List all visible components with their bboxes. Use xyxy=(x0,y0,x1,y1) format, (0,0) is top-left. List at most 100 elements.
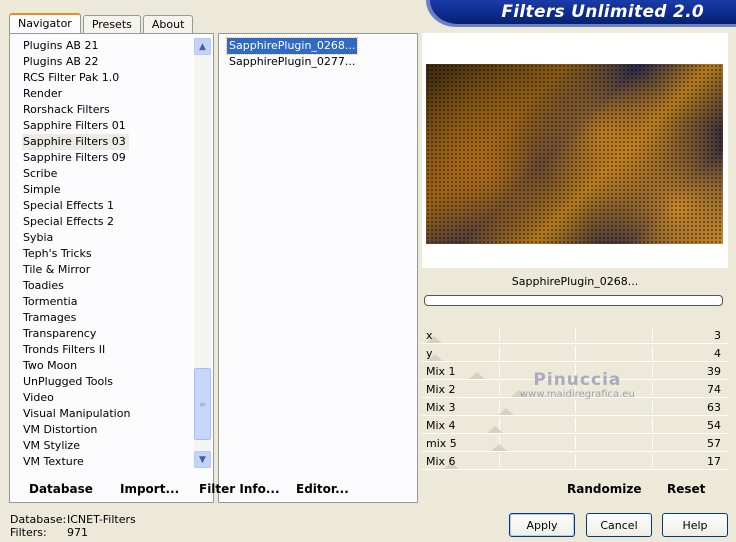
preview-toolbar: Randomize Reset xyxy=(422,473,728,503)
slider-tick xyxy=(499,454,500,467)
param-label: y xyxy=(426,347,433,360)
preview-image xyxy=(426,64,723,244)
slider-tick xyxy=(575,436,576,449)
category-row: VM Texture xyxy=(22,454,195,470)
slider-thumb[interactable] xyxy=(498,408,514,415)
filter-item[interactable]: SapphirePlugin_0268... xyxy=(225,37,359,55)
category-item[interactable]: Video xyxy=(22,390,195,406)
category-item[interactable]: Simple xyxy=(22,182,195,198)
category-row: Special Effects 1 xyxy=(22,198,195,214)
filters-count-label: Filters: xyxy=(10,526,47,539)
category-row: Plugins AB 22 xyxy=(22,54,195,70)
param-value: 74 xyxy=(707,383,721,396)
slider-ticks xyxy=(422,326,728,343)
slider-tick xyxy=(652,454,653,467)
category-item[interactable]: Special Effects 1 xyxy=(22,198,195,214)
slider-ticks xyxy=(422,398,728,415)
category-row: Tormentia xyxy=(22,294,195,310)
category-item[interactable]: VM Texture xyxy=(22,454,195,470)
slider-tick xyxy=(499,346,500,359)
category-item[interactable]: Tormentia xyxy=(22,294,195,310)
scroll-up-button[interactable]: ▲ xyxy=(194,38,211,55)
category-row: Render xyxy=(22,86,195,102)
slider-tick xyxy=(575,454,576,467)
category-item[interactable]: UnPlugged Tools xyxy=(22,374,195,390)
category-item[interactable]: Special Effects 2 xyxy=(22,214,195,230)
category-item[interactable]: Plugins AB 22 xyxy=(22,54,195,70)
category-row: Scribe xyxy=(22,166,195,182)
slider-thumb[interactable] xyxy=(491,444,507,451)
slider-tick xyxy=(575,346,576,359)
slider-tick xyxy=(652,400,653,413)
category-item[interactable]: Two Moon xyxy=(22,358,195,374)
param-slider[interactable]: Mix 3 63 xyxy=(422,398,728,416)
param-value: 4 xyxy=(714,347,721,360)
category-row: Sapphire Filters 03 xyxy=(22,134,195,150)
param-slider[interactable]: x3 xyxy=(422,326,728,344)
database-button[interactable]: Database xyxy=(29,482,93,496)
category-row: Video xyxy=(22,390,195,406)
category-item[interactable]: Tramages xyxy=(22,310,195,326)
category-item[interactable]: Render xyxy=(22,86,195,102)
category-item[interactable]: Sybia xyxy=(22,230,195,246)
tab-about[interactable]: About xyxy=(142,15,194,33)
param-slider[interactable]: y4 xyxy=(422,344,728,362)
category-item[interactable]: Plugins AB 21 xyxy=(22,38,195,54)
tab-presets[interactable]: Presets xyxy=(82,15,141,33)
category-item[interactable]: Sapphire Filters 09 xyxy=(22,150,195,166)
cancel-button[interactable]: Cancel xyxy=(586,513,652,537)
category-item[interactable]: Teph's Tricks xyxy=(22,246,195,262)
category-row: UnPlugged Tools xyxy=(22,374,195,390)
help-button[interactable]: Help xyxy=(662,513,728,537)
category-item[interactable]: VM Distortion xyxy=(22,422,195,438)
category-item[interactable]: Transparency xyxy=(22,326,195,342)
import-button[interactable]: Import... xyxy=(120,482,179,496)
param-label: Mix 4 xyxy=(426,419,456,432)
category-item[interactable]: Rorshack Filters xyxy=(22,102,195,118)
filters-count-value: 971 xyxy=(67,526,88,539)
category-item[interactable]: Toadies xyxy=(22,278,195,294)
filter-list[interactable]: SapphirePlugin_0268... SapphirePlugin_027… xyxy=(225,37,359,70)
filter-item[interactable]: SapphirePlugin_0277... xyxy=(227,54,357,70)
category-item[interactable]: Sapphire Filters 01 xyxy=(22,118,195,134)
scroll-thumb[interactable]: ≡ xyxy=(194,368,211,440)
param-value: 39 xyxy=(707,365,721,378)
category-item[interactable]: Scribe xyxy=(22,166,195,182)
param-label: mix 5 xyxy=(426,437,457,450)
category-item[interactable]: Visual Manipulation xyxy=(22,406,195,422)
param-label: Mix 1 xyxy=(426,365,456,378)
slider-thumb[interactable] xyxy=(487,426,503,433)
category-row: Two Moon xyxy=(22,358,195,374)
param-slider[interactable]: Mix 6 17 xyxy=(422,452,728,470)
category-row: Rorshack Filters xyxy=(22,102,195,118)
filter-info-button[interactable]: Filter Info... xyxy=(199,482,280,496)
chevron-down-icon: ▼ xyxy=(199,454,206,465)
param-label: Mix 2 xyxy=(426,383,456,396)
preview-panel: SapphirePlugin_0268... x 3 y 4 Mix 1 39 Mix 27… xyxy=(422,33,728,503)
randomize-button[interactable]: Randomize xyxy=(567,482,641,496)
watermark: Pinuccia www.maidiregrafica.eu xyxy=(520,370,635,400)
category-row: Sybia xyxy=(22,230,195,246)
param-label: Mix 3 xyxy=(426,401,456,414)
category-list[interactable]: Plugins AB 21 Plugins AB 22 RCS Filter Pak… xyxy=(10,34,195,472)
scroll-down-button[interactable]: ▼ xyxy=(194,451,211,468)
category-row: Tile & Mirror xyxy=(22,262,195,278)
tab-navigator[interactable]: Navigator xyxy=(9,13,81,34)
apply-button[interactable]: Apply xyxy=(509,513,575,537)
slider-tick xyxy=(575,418,576,431)
slider-thumb[interactable] xyxy=(469,372,485,379)
editor-button[interactable]: Editor... xyxy=(296,482,349,496)
param-slider[interactable]: mix 5 57 xyxy=(422,434,728,452)
param-slider[interactable]: Mix 4 54 xyxy=(422,416,728,434)
category-item[interactable]: Sapphire Filters 03 xyxy=(22,134,129,150)
reset-button[interactable]: Reset xyxy=(667,482,705,496)
slider-tick xyxy=(652,418,653,431)
category-item[interactable]: VM Stylize xyxy=(22,438,195,454)
category-row: Simple xyxy=(22,182,195,198)
category-item[interactable]: RCS Filter Pak 1.0 xyxy=(22,70,195,86)
selected-filter-title: SapphirePlugin_0268... xyxy=(511,275,639,288)
category-scrollbar[interactable]: ▲ ≡ ▼ xyxy=(194,38,211,468)
watermark-url: www.maidiregrafica.eu xyxy=(520,389,635,400)
category-item[interactable]: Tile & Mirror xyxy=(22,262,195,278)
category-item[interactable]: Tronds Filters II xyxy=(22,342,195,358)
